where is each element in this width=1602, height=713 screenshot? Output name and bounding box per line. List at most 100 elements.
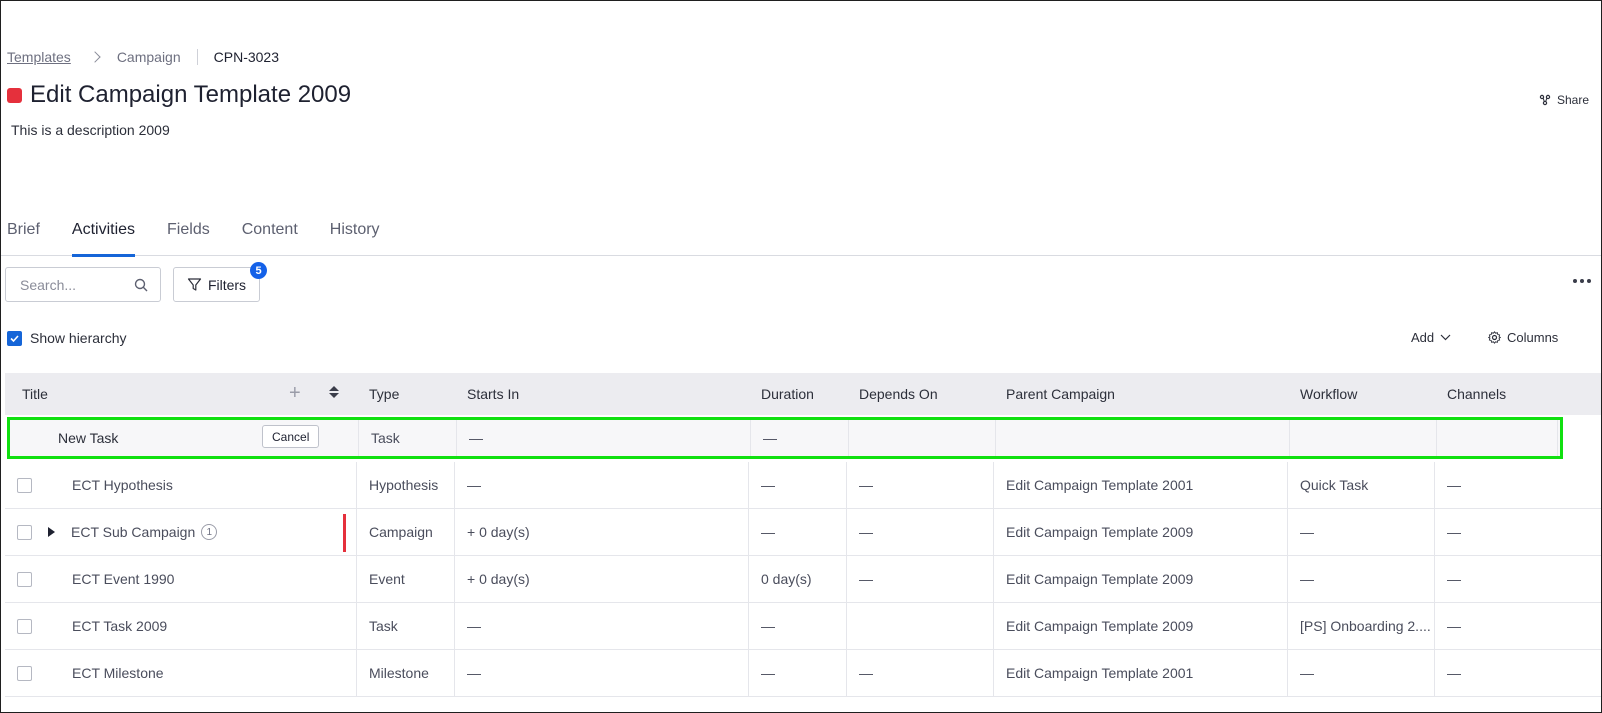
filters-label: Filters: [207, 276, 247, 293]
row-checkbox[interactable]: [17, 618, 32, 634]
title-cell: ECT Task 2009: [5, 603, 357, 649]
tab-activities[interactable]: Activities: [71, 213, 136, 257]
row-title[interactable]: ECT Milestone: [72, 665, 164, 681]
table-row[interactable]: ECT Task 2009 Task — — Edit Campaign Tem…: [5, 603, 1601, 650]
title-cell: ECT Sub Campaign 1: [5, 509, 357, 555]
table-row[interactable]: ECT Hypothesis Hypothesis — — — Edit Cam…: [5, 462, 1601, 509]
tab-brief[interactable]: Brief: [7, 213, 40, 256]
activities-table: Title + Type Starts In Duration Depends …: [5, 373, 1601, 697]
new-task-row: Cancel Task — —: [7, 417, 1563, 459]
table-row[interactable]: ECT Event 1990 Event + 0 day(s) 0 day(s)…: [5, 556, 1601, 603]
breadcrumb-templates-link[interactable]: Templates: [7, 49, 71, 65]
status-indicator: [7, 87, 22, 103]
column-header-title[interactable]: Title +: [5, 373, 357, 415]
breadcrumb-campaign[interactable]: Campaign: [117, 49, 181, 65]
starts-in-cell: —: [455, 650, 749, 696]
new-task-type: Task: [359, 420, 457, 456]
row-title[interactable]: ECT Event 1990: [72, 571, 174, 587]
starts-in-cell: + 0 day(s): [455, 556, 749, 602]
checkmark-icon: [10, 334, 19, 342]
channels-cell: —: [1447, 665, 1461, 681]
tab-fields[interactable]: Fields: [167, 213, 210, 256]
depends-on-cell: [847, 603, 994, 649]
page-title: Edit Campaign Template 2009: [30, 81, 352, 108]
add-button[interactable]: Add: [1411, 330, 1451, 345]
parent-campaign-cell: Edit Campaign Template 2001: [994, 462, 1288, 508]
chevron-down-icon: [1440, 334, 1451, 341]
column-header-duration[interactable]: Duration: [749, 373, 847, 415]
show-hierarchy-label: Show hierarchy: [30, 330, 127, 346]
type-cell: Campaign: [357, 509, 455, 555]
row-title[interactable]: ECT Sub Campaign: [71, 524, 195, 540]
channels-cell: —: [1447, 477, 1461, 493]
expand-caret-icon[interactable]: [48, 527, 55, 537]
row-checkbox[interactable]: [17, 665, 32, 681]
workflow-cell: —: [1288, 509, 1435, 555]
row-title[interactable]: ECT Hypothesis: [72, 477, 173, 493]
row-checkbox[interactable]: [17, 524, 32, 540]
add-label: Add: [1411, 330, 1435, 345]
new-task-depends-on: [849, 420, 996, 456]
workflow-cell: —: [1288, 650, 1435, 696]
parent-campaign-cell: Edit Campaign Template 2009: [994, 556, 1288, 602]
breadcrumb-divider: [196, 49, 198, 65]
chevron-right-icon: [89, 51, 101, 63]
parent-campaign-cell: Edit Campaign Template 2009: [994, 509, 1288, 555]
type-cell: Event: [357, 556, 455, 602]
sort-icon[interactable]: [329, 386, 339, 398]
page-description: This is a description 2009: [11, 122, 170, 138]
app-frame: Templates Campaign CPN-3023 Edit Campaig…: [0, 0, 1602, 713]
filter-icon: [187, 278, 202, 291]
title-row: Edit Campaign Template 2009: [7, 81, 351, 109]
search-icon[interactable]: [134, 278, 148, 292]
more-options-icon[interactable]: [1573, 279, 1591, 283]
column-header-workflow[interactable]: Workflow: [1288, 373, 1435, 415]
new-task-title-cell: Cancel: [10, 420, 359, 456]
depends-on-cell: —: [847, 650, 994, 696]
table-row[interactable]: ECT Sub Campaign 1 Campaign + 0 day(s) —…: [5, 509, 1601, 556]
share-button[interactable]: Share: [1539, 93, 1589, 107]
show-hierarchy-checkbox[interactable]: [7, 330, 22, 346]
row-title[interactable]: ECT Task 2009: [72, 618, 167, 634]
filters-button[interactable]: Filters 5: [173, 262, 267, 302]
breadcrumb-id: CPN-3023: [213, 49, 280, 65]
column-header-depends-on[interactable]: Depends On: [847, 373, 994, 415]
column-header-type[interactable]: Type: [357, 373, 455, 415]
duration-cell: —: [749, 509, 847, 555]
columns-label: Columns: [1507, 330, 1559, 345]
duration-cell: —: [749, 650, 847, 696]
column-header-channels[interactable]: Channels: [1435, 373, 1601, 415]
row-checkbox[interactable]: [17, 571, 32, 587]
tab-bar: Brief Activities Fields Content History: [1, 213, 1601, 257]
new-task-channels: [1437, 420, 1558, 456]
share-label: Share: [1556, 93, 1589, 107]
columns-button[interactable]: Columns: [1488, 330, 1558, 345]
duration-cell: —: [749, 603, 847, 649]
share-icon: [1539, 94, 1551, 106]
channels-cell: —: [1447, 571, 1461, 587]
cancel-button[interactable]: Cancel: [262, 425, 320, 448]
new-task-title-input[interactable]: [58, 430, 248, 446]
title-cell: ECT Hypothesis: [5, 462, 357, 508]
filters-count-badge: 5: [250, 262, 267, 279]
show-hierarchy-toggle[interactable]: Show hierarchy: [7, 330, 127, 346]
workflow-cell: Quick Task: [1288, 462, 1435, 508]
tab-history[interactable]: History: [330, 213, 380, 256]
tab-content[interactable]: Content: [242, 213, 298, 256]
channels-cell: —: [1447, 618, 1461, 634]
title-cell: ECT Milestone: [5, 650, 357, 696]
column-header-parent-campaign[interactable]: Parent Campaign: [994, 373, 1288, 415]
add-row-icon[interactable]: +: [289, 383, 301, 403]
starts-in-cell: —: [455, 462, 749, 508]
starts-in-cell: + 0 day(s): [455, 509, 749, 555]
column-header-starts-in[interactable]: Starts In: [455, 373, 749, 415]
new-task-duration: —: [751, 420, 849, 456]
search-input[interactable]: [20, 276, 120, 293]
type-cell: Task: [357, 603, 455, 649]
depends-on-cell: —: [847, 462, 994, 508]
search-box: [5, 267, 161, 302]
new-task-starts-in: —: [457, 420, 751, 456]
type-cell: Hypothesis: [357, 462, 455, 508]
table-row[interactable]: ECT Milestone Milestone — — — Edit Campa…: [5, 650, 1601, 697]
row-checkbox[interactable]: [17, 477, 32, 493]
